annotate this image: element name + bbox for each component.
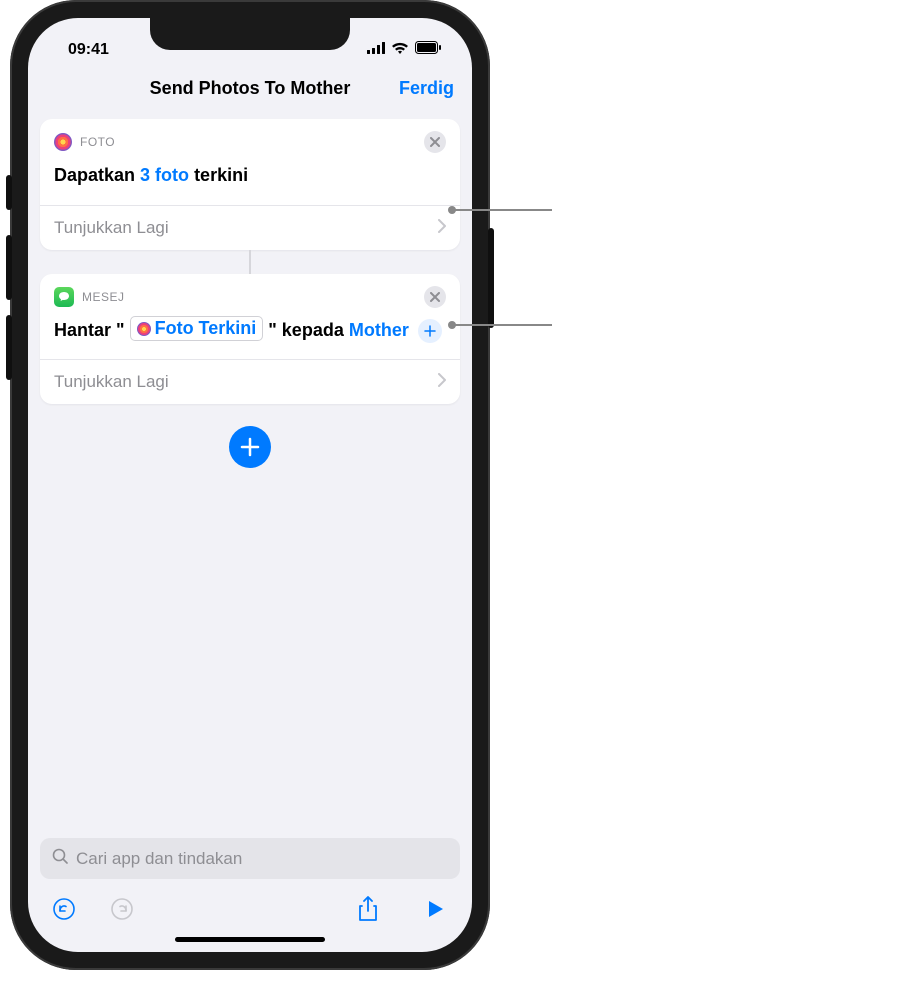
search-placeholder: Cari app dan tindakan [76, 849, 242, 869]
callout-line [452, 324, 552, 326]
cellular-icon [367, 41, 385, 59]
notch [150, 18, 350, 50]
battery-icon [415, 41, 442, 59]
show-more-label: Tunjukkan Lagi [54, 372, 169, 392]
share-button[interactable] [354, 895, 382, 923]
chevron-right-icon [438, 218, 446, 238]
text-prefix: Dapatkan [54, 165, 135, 185]
action-summary: Dapatkan 3 foto terkini [54, 161, 446, 191]
nav-bar: Send Photos To Mother Ferdig [28, 66, 472, 107]
app-label: FOTO [80, 135, 115, 149]
magic-variable-token[interactable]: Foto Terkini [130, 316, 264, 341]
photos-app-icon [54, 133, 72, 151]
home-indicator[interactable] [175, 937, 325, 942]
phone-frame: 09:41 Send Photos To Mother Ferdig [10, 0, 490, 970]
callout-line [452, 209, 552, 211]
photos-token-icon [137, 322, 151, 336]
text-prefix: Hantar " [54, 320, 125, 340]
show-more-label: Tunjukkan Lagi [54, 218, 169, 238]
recipient-param[interactable]: Mother [349, 320, 409, 340]
silent-switch[interactable] [6, 175, 12, 210]
wifi-icon [391, 41, 409, 59]
token-label: Foto Terkini [155, 317, 257, 340]
show-more-row[interactable]: Tunjukkan Lagi [40, 205, 460, 250]
text-mid: " kepada [268, 320, 344, 340]
action-connector [249, 250, 251, 274]
action-card-messages: MESEJ Hantar " Foto Terkini " kepada Mot… [40, 274, 460, 405]
toolbar [28, 885, 472, 931]
remove-action-button[interactable] [424, 131, 446, 153]
add-recipient-button[interactable] [418, 319, 442, 343]
search-icon [52, 848, 68, 869]
action-summary: Hantar " Foto Terkini " kepada Mother [54, 316, 446, 346]
done-button[interactable]: Ferdig [399, 78, 454, 99]
run-button[interactable] [422, 895, 450, 923]
undo-button[interactable] [50, 895, 78, 923]
photo-count-param[interactable]: 3 foto [140, 165, 189, 185]
app-label: MESEJ [82, 290, 125, 304]
volume-down-button[interactable] [6, 315, 12, 380]
remove-action-button[interactable] [424, 286, 446, 308]
volume-up-button[interactable] [6, 235, 12, 300]
text-suffix: terkini [194, 165, 248, 185]
power-button[interactable] [488, 228, 494, 328]
action-card-photos: FOTO Dapatkan 3 foto terkini Tunjukkan L… [40, 119, 460, 250]
chevron-right-icon [438, 372, 446, 392]
redo-button [108, 895, 136, 923]
search-bar[interactable]: Cari app dan tindakan [40, 838, 460, 879]
add-action-button[interactable] [229, 426, 271, 468]
show-more-row[interactable]: Tunjukkan Lagi [40, 359, 460, 404]
shortcut-editor: FOTO Dapatkan 3 foto terkini Tunjukkan L… [28, 107, 472, 838]
status-time: 09:41 [68, 41, 109, 59]
phone-screen: 09:41 Send Photos To Mother Ferdig [28, 18, 472, 952]
messages-app-icon [54, 287, 74, 307]
